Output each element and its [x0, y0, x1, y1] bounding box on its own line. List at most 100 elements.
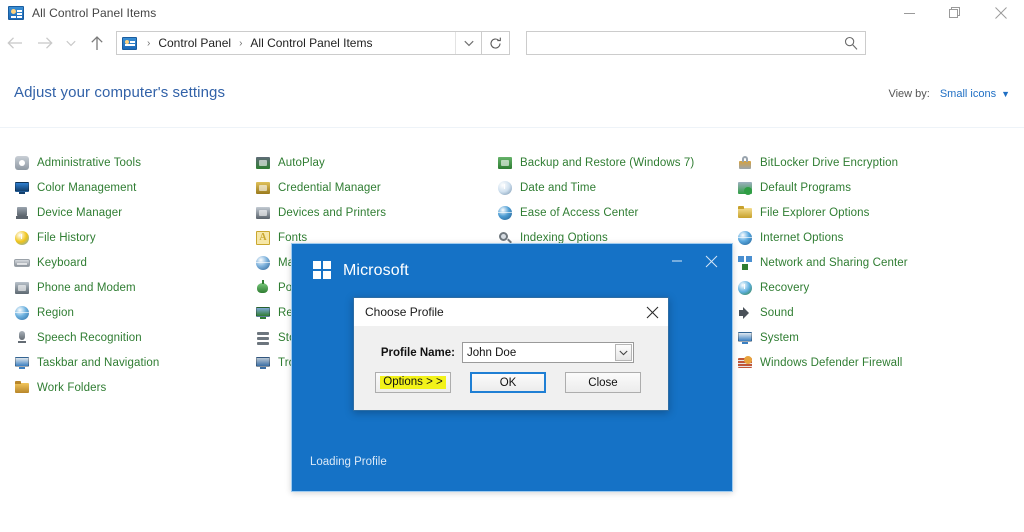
control-panel-item[interactable]: System: [737, 325, 908, 350]
items-column-3: Backup and Restore (Windows 7) Date and T…: [497, 150, 694, 250]
control-panel-item[interactable]: File Explorer Options: [737, 200, 908, 225]
control-panel-item[interactable]: Credential Manager: [255, 175, 386, 200]
items-column-4: BitLocker Drive Encryption Default Progra…: [737, 150, 908, 375]
up-button[interactable]: [82, 27, 112, 59]
chevron-down-icon[interactable]: ▼: [1001, 89, 1010, 99]
forward-button[interactable]: [30, 27, 60, 59]
control-panel-item[interactable]: AutoPlay: [255, 150, 386, 175]
close-dialog-button[interactable]: Close: [565, 372, 641, 393]
control-panel-item[interactable]: Backup and Restore (Windows 7): [497, 150, 694, 175]
control-panel-item-label: Indexing Options: [520, 231, 608, 244]
profile-name-combobox[interactable]: John Doe: [462, 342, 634, 363]
navigation-bar: › Control Panel › All Control Panel Item…: [0, 26, 1024, 60]
ok-button[interactable]: OK: [470, 372, 546, 393]
control-panel-item[interactable]: Internet Options: [737, 225, 908, 250]
control-panel-item-label: Default Programs: [760, 181, 852, 194]
control-panel-item-label: Ease of Access Center: [520, 206, 639, 219]
control-panel-item-label: Date and Time: [520, 181, 597, 194]
control-panel-item[interactable]: Phone and Modem: [14, 275, 159, 300]
breadcrumb-item-control-panel[interactable]: Control Panel: [156, 36, 233, 50]
control-panel-item[interactable]: Taskbar and Navigation: [14, 350, 159, 375]
color-management-icon: [14, 180, 30, 196]
header-divider: [0, 127, 1024, 128]
bitlocker-icon: [737, 155, 753, 171]
search-icon: [844, 36, 858, 53]
control-panel-item-label: Device Manager: [37, 206, 123, 219]
refresh-button[interactable]: [482, 31, 510, 55]
remoteapp-icon: [255, 305, 271, 321]
microsoft-brand-label: Microsoft: [343, 261, 409, 279]
address-dropdown-button[interactable]: [455, 32, 481, 54]
control-panel-item-label: Backup and Restore (Windows 7): [520, 156, 695, 169]
profile-name-value: John Doe: [467, 346, 517, 359]
control-panel-item[interactable]: Work Folders: [14, 375, 159, 400]
address-bar[interactable]: › Control Panel › All Control Panel Item…: [116, 31, 482, 55]
control-panel-item-label: Network and Sharing Center: [760, 256, 908, 269]
mail-icon: [255, 255, 271, 271]
address-control-panel-icon: [122, 36, 137, 50]
ms-minimize-button[interactable]: [660, 248, 694, 274]
control-panel-item[interactable]: BitLocker Drive Encryption: [737, 150, 908, 175]
ms-window-controls: [660, 248, 728, 274]
control-panel-item-label: File Explorer Options: [760, 206, 870, 219]
work-folders-icon: [14, 380, 30, 396]
profile-name-label: Profile Name:: [380, 346, 455, 359]
window-controls: [886, 0, 1024, 26]
options-button[interactable]: Options > >: [375, 372, 451, 393]
devices-and-printers-icon: [255, 205, 271, 221]
breadcrumb-item-all-control-panel-items[interactable]: All Control Panel Items: [248, 36, 374, 50]
items-column-1: Administrative Tools Color Management Devi…: [14, 150, 159, 400]
control-panel-item[interactable]: Recovery: [737, 275, 908, 300]
autoplay-icon: [255, 155, 271, 171]
control-panel-item[interactable]: Device Manager: [14, 200, 159, 225]
control-panel-item[interactable]: Date and Time: [497, 175, 694, 200]
view-by-value[interactable]: Small icons: [940, 88, 996, 100]
control-panel-item[interactable]: Speech Recognition: [14, 325, 159, 350]
control-panel-item[interactable]: Administrative Tools: [14, 150, 159, 175]
recent-locations-button[interactable]: [60, 27, 82, 59]
phone-and-modem-icon: [14, 280, 30, 296]
credential-manager-icon: [255, 180, 271, 196]
close-button[interactable]: [978, 0, 1024, 26]
ms-close-button[interactable]: [694, 248, 728, 274]
control-panel-item[interactable]: Ease of Access Center: [497, 200, 694, 225]
minimize-button[interactable]: [886, 0, 932, 26]
control-panel-item[interactable]: Devices and Printers: [255, 200, 386, 225]
control-panel-item-label: File History: [37, 231, 96, 244]
breadcrumb-separator-2: ›: [239, 37, 243, 49]
ease-of-access-icon: [497, 205, 513, 221]
restore-button[interactable]: [932, 0, 978, 26]
control-panel-item[interactable]: Default Programs: [737, 175, 908, 200]
search-input[interactable]: [527, 32, 865, 54]
dialog-title: Choose Profile: [365, 305, 444, 319]
control-panel-item[interactable]: Sound: [737, 300, 908, 325]
choose-profile-dialog: Choose Profile Profile Name: John Doe Op…: [353, 297, 669, 411]
profile-name-row: Profile Name: John Doe: [354, 342, 668, 363]
control-panel-item[interactable]: Windows Defender Firewall: [737, 350, 908, 375]
administrative-tools-icon: [14, 155, 30, 171]
control-panel-item[interactable]: Keyboard: [14, 250, 159, 275]
control-panel-item-label: BitLocker Drive Encryption: [760, 156, 899, 169]
chevron-down-icon[interactable]: [615, 344, 632, 361]
power-options-icon: [255, 279, 271, 296]
control-panel-item[interactable]: Color Management: [14, 175, 159, 200]
region-icon: [14, 305, 30, 321]
control-panel-item-label: Devices and Printers: [278, 206, 387, 219]
speech-recognition-icon: [14, 330, 30, 346]
search-box[interactable]: [526, 31, 866, 55]
back-button[interactable]: [0, 27, 30, 59]
control-panel-item[interactable]: File History: [14, 225, 159, 250]
options-button-label: Options > >: [380, 376, 446, 389]
ok-button-label: OK: [499, 376, 517, 389]
dialog-close-button[interactable]: [636, 298, 668, 326]
control-panel-item-label: Internet Options: [760, 231, 844, 244]
network-sharing-icon: [737, 255, 753, 271]
control-panel-item[interactable]: Region: [14, 300, 159, 325]
keyboard-icon: [14, 255, 30, 271]
backup-and-restore-icon: [497, 155, 513, 171]
breadcrumb-separator-1: ›: [147, 37, 151, 49]
control-panel-item[interactable]: Network and Sharing Center: [737, 250, 908, 275]
content-header: Adjust your computer's settings View by:…: [0, 60, 1024, 128]
control-panel-item-label: Phone and Modem: [37, 281, 136, 294]
control-panel-item-label: Taskbar and Navigation: [37, 356, 160, 369]
